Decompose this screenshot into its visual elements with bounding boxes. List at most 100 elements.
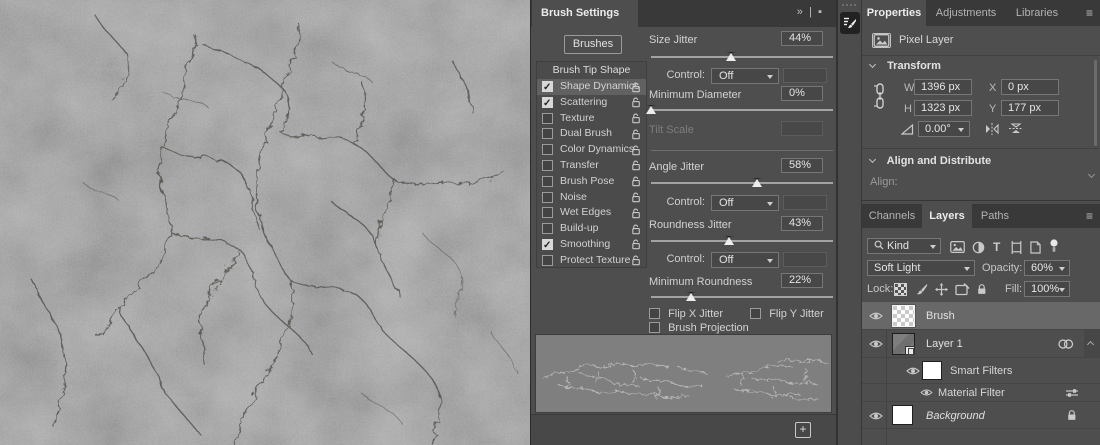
brush-setting-label[interactable]: Brush Pose: [560, 174, 614, 190]
slider-thumb[interactable]: [752, 178, 762, 187]
checkbox[interactable]: [542, 176, 553, 187]
layer-row-smart-filters[interactable]: Smart Filters: [862, 358, 1100, 384]
brush-tip-shape-item[interactable]: Brush Tip Shape: [537, 62, 646, 79]
width-field[interactable]: 1396 px: [914, 79, 972, 95]
checkbox[interactable]: [542, 128, 553, 139]
blend-mode-dropdown[interactable]: Soft Light: [867, 260, 975, 276]
tab-paths[interactable]: Paths: [972, 204, 1018, 228]
lock-position-move-icon[interactable]: [935, 283, 948, 296]
filter-adjustment-icon[interactable]: [972, 241, 985, 254]
visibility-eye-icon[interactable]: [869, 311, 883, 321]
x-field[interactable]: 0 px: [1001, 79, 1059, 95]
checkbox[interactable]: [542, 97, 553, 108]
rotation-angle-dropdown[interactable]: 0.00°: [918, 121, 970, 137]
layer-name[interactable]: Brush: [926, 310, 955, 322]
brush-setting-label[interactable]: Shape Dynamics: [560, 79, 639, 95]
panel-menu-icon[interactable]: ≡: [1086, 209, 1093, 223]
layer-row-brush[interactable]: Brush: [862, 302, 1100, 330]
link-dimensions-icon[interactable]: [874, 82, 886, 110]
filter-shape-icon[interactable]: [1010, 241, 1023, 254]
smart-filter-icon[interactable]: [1058, 339, 1074, 349]
minimum-roundness-slider[interactable]: [651, 292, 833, 302]
minimum-diameter-slider[interactable]: [651, 105, 833, 115]
slider-thumb[interactable]: [726, 52, 736, 61]
checkbox[interactable]: [542, 255, 553, 266]
checkbox[interactable]: [542, 192, 553, 203]
layer-name[interactable]: Background: [926, 410, 985, 422]
checkbox[interactable]: [542, 144, 553, 155]
dock-drag-handle[interactable]: [842, 4, 858, 6]
brush-setting-label[interactable]: Scattering: [560, 95, 607, 111]
unlock-icon[interactable]: [631, 176, 642, 187]
brush-setting-row[interactable]: Smoothing: [537, 237, 646, 253]
filter-smart-object-icon[interactable]: [1030, 241, 1041, 254]
brush-setting-row[interactable]: Wet Edges: [537, 205, 646, 221]
y-field[interactable]: 177 px: [1001, 100, 1059, 116]
brushes-button[interactable]: Brushes: [564, 35, 622, 54]
filter-type-icon[interactable]: T: [993, 240, 1000, 254]
brush-setting-row[interactable]: Build-up: [537, 221, 646, 237]
brush-setting-label[interactable]: Transfer: [560, 158, 599, 174]
brush-settings-dock-icon[interactable]: [840, 12, 860, 34]
checkbox[interactable]: [542, 239, 553, 250]
checkbox[interactable]: [542, 113, 553, 124]
checkbox[interactable]: [542, 160, 553, 171]
slider-thumb[interactable]: [686, 292, 696, 301]
transform-section-header[interactable]: Transform: [870, 60, 941, 74]
angle-jitter-slider[interactable]: [651, 178, 833, 188]
smart-filters-label[interactable]: Smart Filters: [950, 365, 1012, 377]
visibility-eye-icon[interactable]: [869, 339, 883, 349]
brush-setting-row[interactable]: Color Dynamics: [537, 142, 646, 158]
brush-setting-row[interactable]: Transfer: [537, 158, 646, 174]
filter-pin-toggle-icon[interactable]: [1050, 239, 1058, 253]
opacity-dropdown[interactable]: 60%: [1024, 260, 1070, 276]
unlock-icon[interactable]: [631, 239, 642, 250]
filter-kind-dropdown[interactable]: Kind: [867, 238, 941, 254]
filter-image-icon[interactable]: [950, 241, 965, 253]
lock-transparency-icon[interactable]: [894, 283, 907, 296]
checkbox[interactable]: [542, 207, 553, 218]
brush-setting-label[interactable]: Protect Texture: [560, 253, 630, 269]
brush-setting-label[interactable]: Texture: [560, 111, 594, 127]
size-control-dropdown[interactable]: Off: [711, 68, 779, 84]
layer-row-background[interactable]: Background: [862, 402, 1100, 429]
brush-setting-label[interactable]: Wet Edges: [560, 205, 611, 221]
visibility-eye-icon[interactable]: [906, 366, 920, 376]
angle-jitter-value[interactable]: 58%: [781, 158, 823, 173]
slider-thumb[interactable]: [646, 105, 656, 114]
size-jitter-slider[interactable]: [651, 52, 833, 62]
roundness-jitter-value[interactable]: 43%: [781, 216, 823, 231]
height-field[interactable]: 1323 px: [914, 100, 972, 116]
unlock-icon[interactable]: [631, 129, 642, 140]
material-filter-label[interactable]: Material Filter: [938, 387, 1005, 399]
tab-libraries[interactable]: Libraries: [1006, 0, 1068, 26]
layer-thumbnail[interactable]: [892, 405, 913, 425]
tab-adjustments[interactable]: Adjustments: [926, 0, 1006, 26]
flip-horizontal-icon[interactable]: [984, 123, 1000, 135]
collapse-smart-filters-button[interactable]: [1084, 330, 1100, 357]
visibility-eye-icon[interactable]: [920, 388, 933, 397]
create-new-brush-button[interactable]: +: [795, 422, 811, 438]
checkbox[interactable]: [542, 223, 553, 234]
flip-vertical-icon[interactable]: [1008, 122, 1024, 135]
brush-setting-label[interactable]: Color Dynamics: [560, 142, 634, 158]
layer-thumbnail[interactable]: [892, 333, 915, 355]
brush-setting-row[interactable]: Scattering: [537, 95, 646, 111]
tab-layers[interactable]: Layers: [922, 204, 972, 228]
filter-options-sliders-icon[interactable]: [1065, 388, 1079, 398]
flip-x-checkbox[interactable]: [649, 308, 660, 319]
brush-setting-label[interactable]: Noise: [560, 190, 587, 206]
flip-y-checkbox[interactable]: [750, 308, 761, 319]
layer-thumbnail[interactable]: [892, 305, 915, 327]
tab-channels[interactable]: Channels: [862, 204, 922, 228]
brush-setting-label[interactable]: Build-up: [560, 221, 599, 237]
fill-dropdown[interactable]: 100%: [1024, 281, 1070, 297]
checkbox[interactable]: [542, 81, 553, 92]
unlock-icon[interactable]: [631, 160, 642, 171]
layer-name[interactable]: Layer 1: [926, 338, 963, 350]
size-jitter-value[interactable]: 44%: [781, 31, 823, 46]
brush-setting-row[interactable]: Shape Dynamics: [537, 79, 646, 95]
minimum-roundness-value[interactable]: 22%: [781, 273, 823, 288]
brush-setting-row[interactable]: Protect Texture: [537, 253, 646, 269]
unlock-icon[interactable]: [631, 224, 642, 235]
